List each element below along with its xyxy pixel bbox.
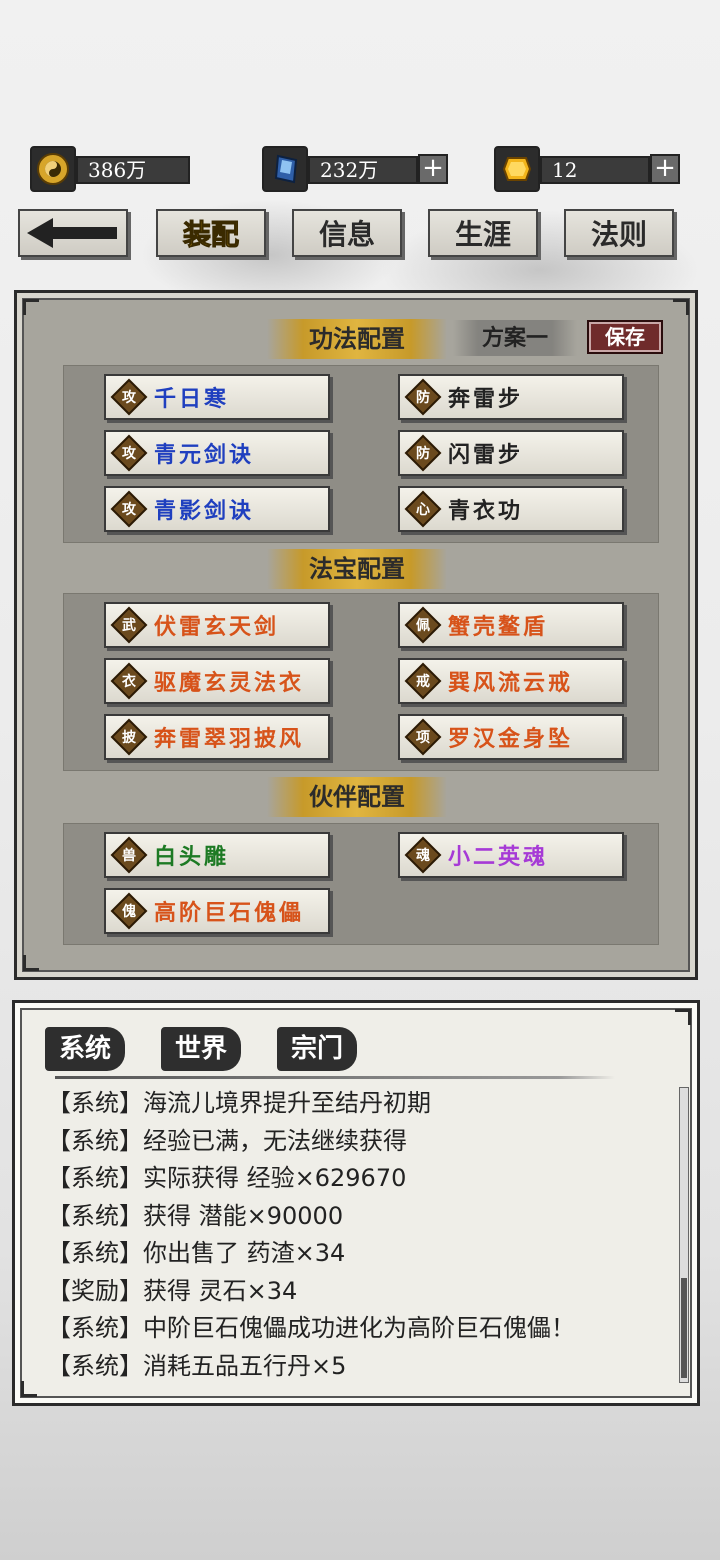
skill-slot[interactable]: 攻青元剑诀 [104,430,330,476]
chat-scrollbar[interactable] [679,1087,689,1383]
slot-tag: 攻 [110,490,148,528]
treasure-slot[interactable]: 披奔雷翠羽披风 [104,714,330,760]
skill-slot[interactable]: 攻千日寒 [104,374,330,420]
slot-tag: 攻 [110,434,148,472]
partners-area: 兽白头雕 魂小二英魂 傀高阶巨石傀儡 [63,823,659,945]
back-button[interactable] [18,209,128,257]
slot-name: 闪雷步 [448,442,524,468]
gold-ingot-icon [494,146,540,192]
panel-corner [673,299,689,315]
slot-name: 罗汉金身坠 [448,726,574,752]
chat-message: 【系统】中阶巨石傀儡成功进化为高阶巨石傀儡！ [47,1314,575,1342]
slot-name: 千日寒 [154,386,230,412]
save-button[interactable]: 保存 [587,320,663,354]
chat-tab-system[interactable]: 系统 [45,1027,126,1071]
slot-name: 蟹壳鳌盾 [448,614,549,640]
chat-message: 【系统】你出售了 药渣×34 [47,1239,346,1267]
chat-divider [55,1076,615,1079]
slot-tag: 防 [404,434,442,472]
slot-name: 驱魔玄灵法衣 [154,670,305,696]
skills-area: 攻千日寒 防奔雷步 攻青元剑诀 防闪雷步 攻青影剑诀 心青衣功 [63,365,659,543]
treasure-slot[interactable]: 武伏雷玄天剑 [104,602,330,648]
partner-slot[interactable]: 魂小二英魂 [398,832,624,878]
tab-equip[interactable]: 装配 [156,209,266,257]
treasure-slot[interactable]: 佩蟹壳鳌盾 [398,602,624,648]
slot-tag: 防 [404,378,442,416]
partner-slot[interactable]: 傀高阶巨石傀儡 [104,888,330,934]
skills-title: 功法配置 [267,319,447,359]
slot-tag: 戒 [404,662,442,700]
currency-gold: 12 + [494,146,682,192]
slot-name: 青衣功 [448,498,524,524]
chat-message: 【系统】消耗五品五行丹×5 [47,1351,347,1380]
skill-slot[interactable]: 防奔雷步 [398,374,624,420]
slot-name: 小二英魂 [448,844,549,870]
treasure-slot[interactable]: 项罗汉金身坠 [398,714,624,760]
panel-corner [675,1009,691,1025]
currency-coins: 386万 [30,146,190,192]
add-gold-button[interactable]: + [650,154,680,184]
coins-value: 386万 [76,156,190,184]
treasure-slot[interactable]: 衣驱魔玄灵法衣 [104,658,330,704]
chat-tab-world[interactable]: 世界 [161,1027,242,1071]
slot-name: 高阶巨石傀儡 [154,900,305,926]
add-spirit-stone-button[interactable]: + [418,154,448,184]
blue-spirit-stone-icon [262,146,308,192]
slot-tag: 魂 [404,836,442,874]
chat-messages: 【系统】海流儿境界提升至结丹初期 【系统】经验已满，无法继续获得 【系统】实际获… [47,1085,667,1385]
treasure-slot[interactable]: 戒巽风流云戒 [398,658,624,704]
slot-tag: 傀 [110,892,148,930]
slot-tag: 兽 [110,836,148,874]
gold-value: 12 [540,156,650,184]
slot-name: 奔雷翠羽披风 [154,726,305,752]
chat-message: 【奖励】获得 灵石×34 [47,1276,298,1305]
currency-spirit-stone: 232万 + [262,146,450,192]
tab-info[interactable]: 信息 [292,209,402,257]
chat-tab-sect[interactable]: 宗门 [277,1027,358,1071]
slot-name: 青影剑诀 [154,498,255,524]
slot-tag: 项 [404,718,442,756]
slot-tag: 心 [404,490,442,528]
chat-message: 【系统】海流儿境界提升至结丹初期 [47,1089,431,1117]
treasures-title: 法宝配置 [267,549,447,589]
slot-name: 白头雕 [154,844,230,870]
tab-rules[interactable]: 法则 [564,209,674,257]
config-panel: 功法配置 方案一 保存 攻千日寒 防奔雷步 攻青元剑诀 防闪雷步 攻青影剑诀 心… [14,290,698,980]
slot-name: 青元剑诀 [154,442,255,468]
treasures-area: 武伏雷玄天剑 佩蟹壳鳌盾 衣驱魔玄灵法衣 戒巽风流云戒 披奔雷翠羽披风 项罗汉金… [63,593,659,771]
panel-corner [23,955,39,971]
back-arrow-icon [27,218,117,248]
chat-panel: 系统 世界 宗门 【系统】海流儿境界提升至结丹初期 【系统】经验已满，无法继续获… [12,1000,700,1406]
tab-career[interactable]: 生涯 [428,209,538,257]
partners-title: 伙伴配置 [267,777,447,817]
slot-name: 巽风流云戒 [448,670,574,696]
panel-corner [23,299,39,315]
chat-message: 【系统】实际获得 经验×629670 [47,1164,407,1192]
skill-slot[interactable]: 心青衣功 [398,486,624,532]
slot-tag: 佩 [404,606,442,644]
slot-tag: 攻 [110,378,148,416]
panel-corner [21,1381,37,1397]
chat-scrollbar-thumb[interactable] [681,1278,687,1378]
spirit-stone-value: 232万 [308,156,418,184]
chat-message: 【系统】经验已满，无法继续获得 [47,1126,407,1155]
slot-tag: 武 [110,606,148,644]
chat-message: 【系统】获得 潜能×90000 [47,1201,344,1230]
partner-slot[interactable]: 兽白头雕 [104,832,330,878]
plan-selector[interactable]: 方案一 [453,320,577,356]
skill-slot[interactable]: 防闪雷步 [398,430,624,476]
slot-name: 伏雷玄天剑 [154,614,280,640]
slot-name: 奔雷步 [448,386,524,412]
yin-yang-coin-icon [30,146,76,192]
skill-slot[interactable]: 攻青影剑诀 [104,486,330,532]
slot-tag: 衣 [110,662,148,700]
slot-tag: 披 [110,718,148,756]
